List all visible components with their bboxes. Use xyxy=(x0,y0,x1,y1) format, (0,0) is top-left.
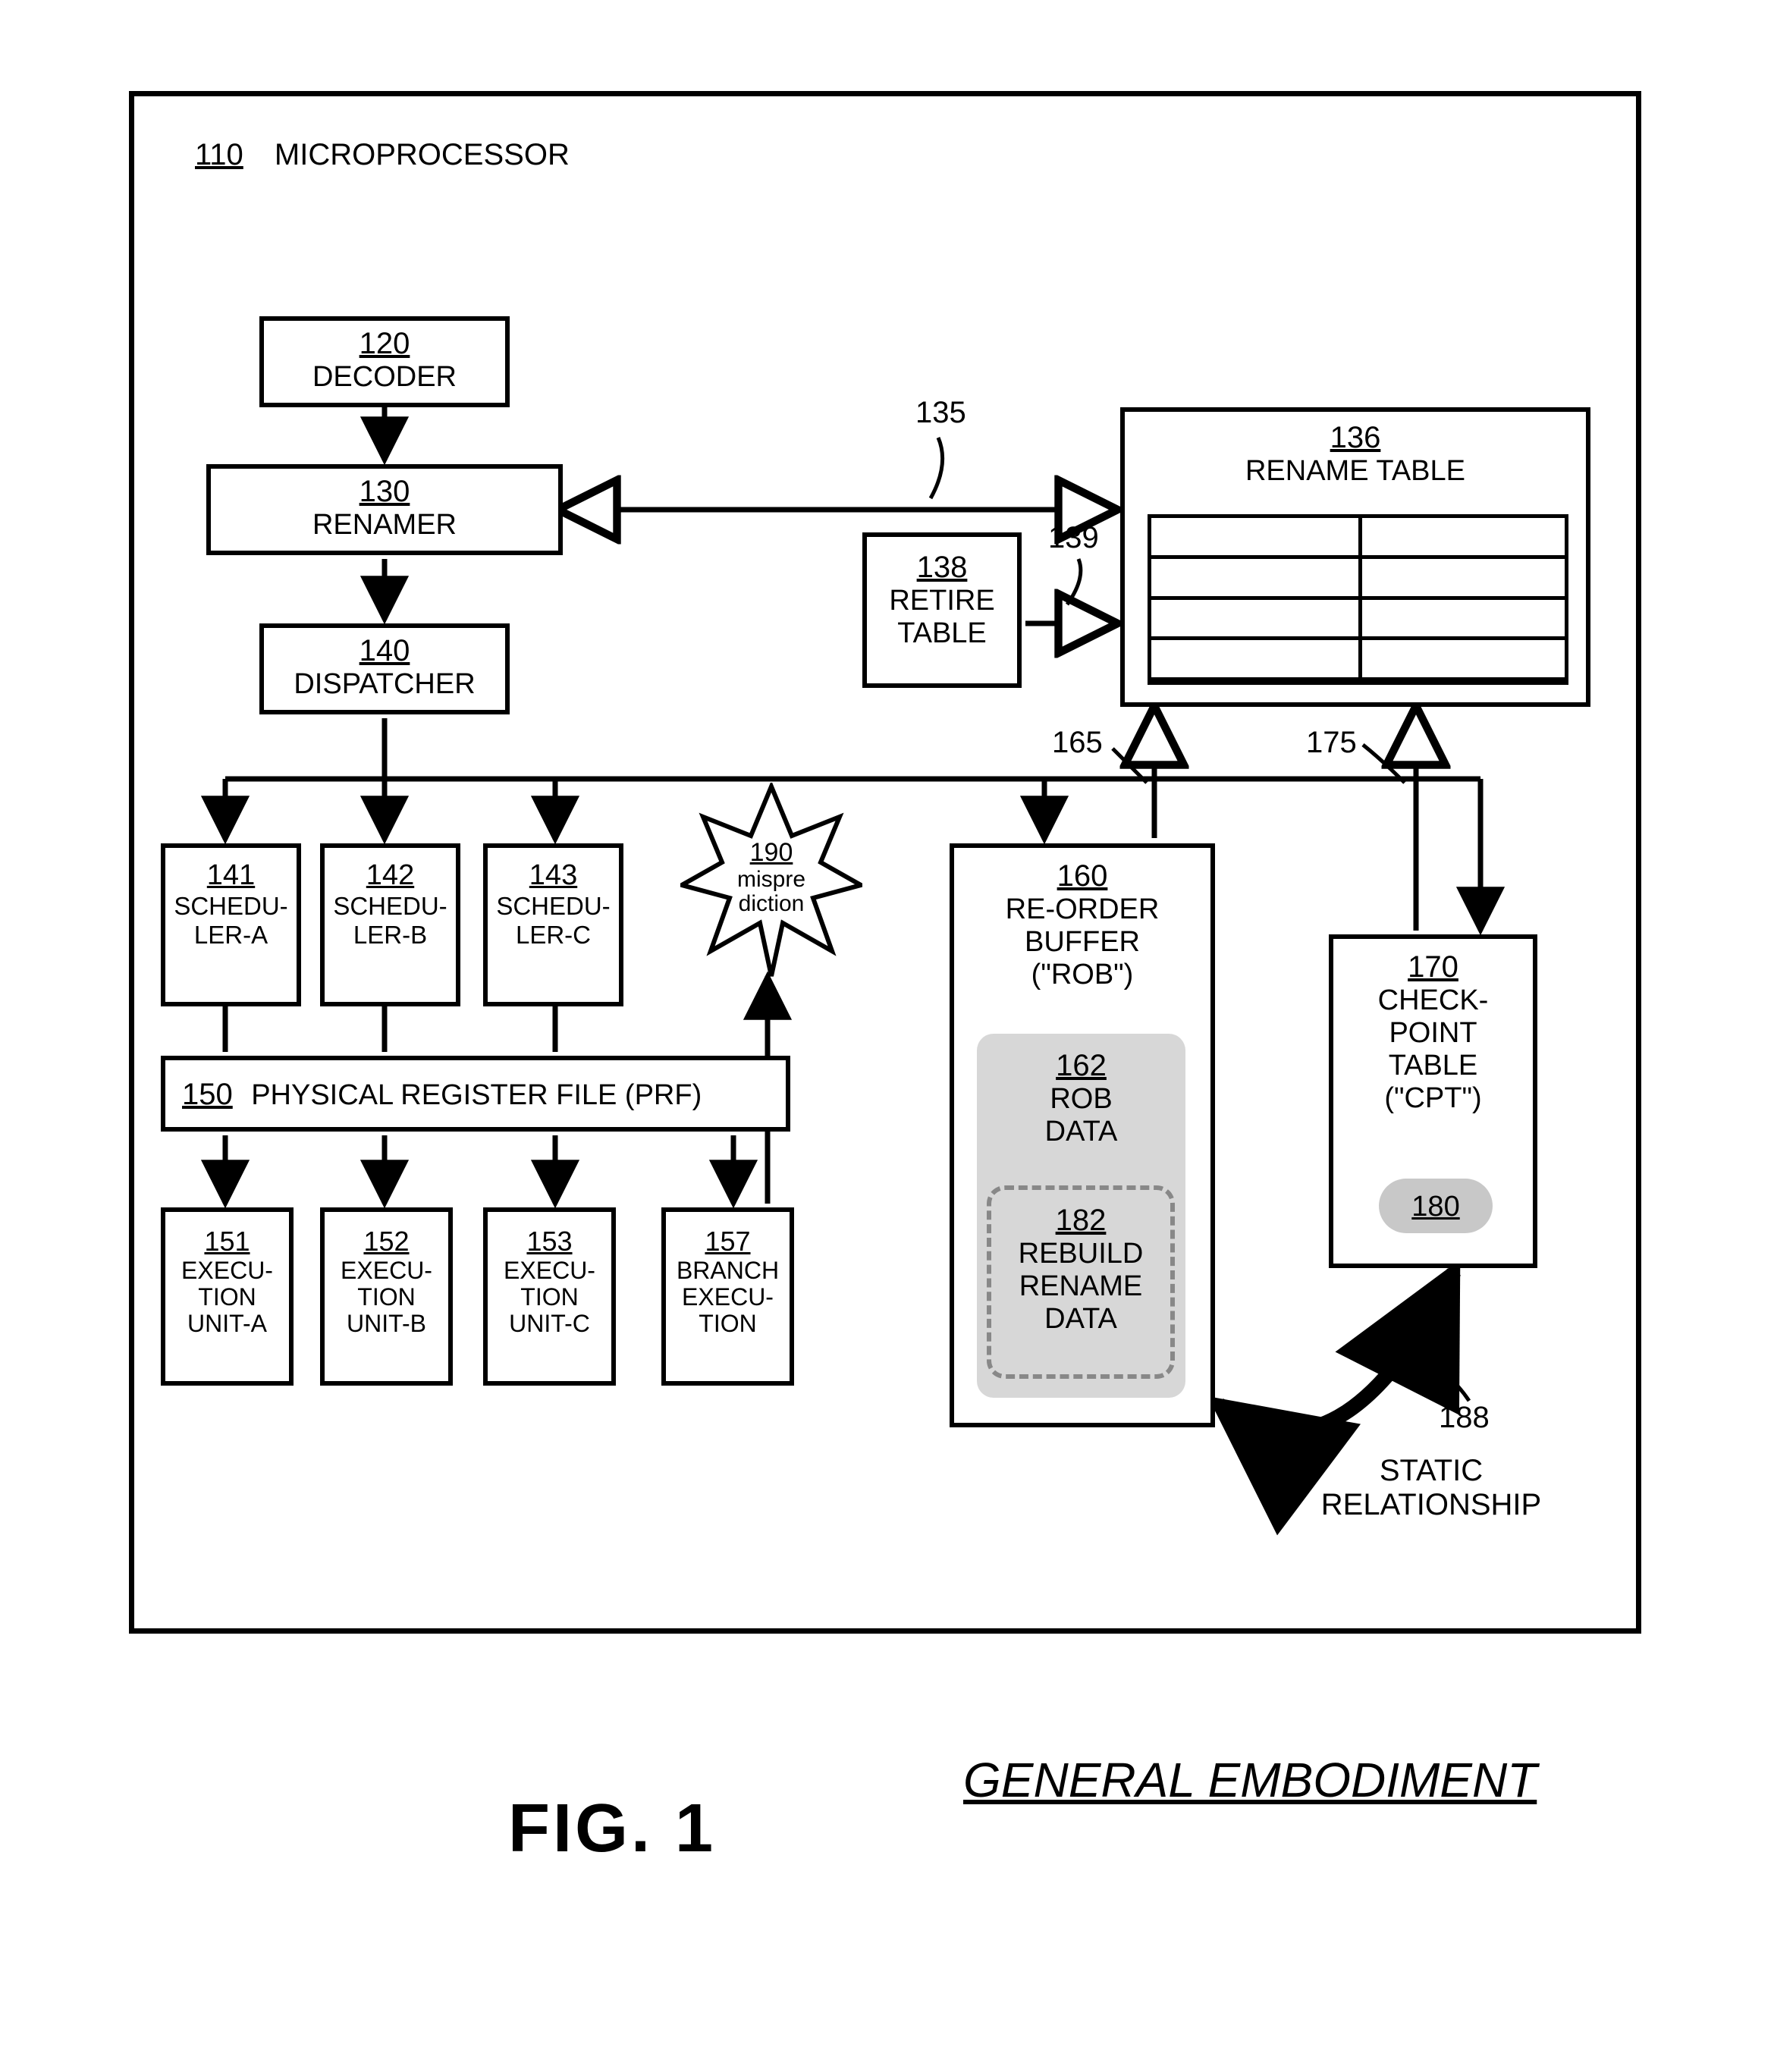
prf-box: 150 PHYSICAL REGISTER FILE (PRF) xyxy=(161,1056,790,1132)
exec-b-box: 152 EXECU- TION UNIT-B xyxy=(320,1207,453,1386)
rob-box: 160 RE-ORDER BUFFER ("ROB") 162 ROB DATA… xyxy=(950,843,1215,1427)
ref-165: 165 xyxy=(1052,726,1103,760)
exec-a-box: 151 EXECU- TION UNIT-A xyxy=(161,1207,294,1386)
subtitle: GENERAL EMBODIMENT xyxy=(963,1752,1537,1808)
ref-188-label: STATIC RELATIONSHIP xyxy=(1268,1454,1594,1522)
misprediction-star: 190 mispre diction xyxy=(680,783,862,980)
figure-label: FIG. 1 xyxy=(508,1790,716,1868)
scheduler-c-box: 143 SCHEDU- LER-C xyxy=(483,843,623,1006)
decoder-box: 120 DECODER xyxy=(259,316,510,407)
rename-table-box: 136 RENAME TABLE xyxy=(1120,407,1590,707)
cpt-entry-pill: 180 xyxy=(1379,1179,1493,1233)
exec-c-box: 153 EXECU- TION UNIT-C xyxy=(483,1207,616,1386)
ref-139: 139 xyxy=(1048,521,1099,555)
page: 110 MICROPROCESSOR xyxy=(0,0,1774,2072)
microprocessor-label: 110 MICROPROCESSOR xyxy=(195,138,570,172)
microprocessor-frame: 110 MICROPROCESSOR xyxy=(129,91,1641,1634)
scheduler-b-box: 142 SCHEDU- LER-B xyxy=(320,843,460,1006)
scheduler-a-box: 141 SCHEDU- LER-A xyxy=(161,843,301,1006)
retire-table-box: 138 RETIRE TABLE xyxy=(862,532,1022,688)
rob-data-shaded: 162 ROB DATA 182 REBUILD RENAME DATA xyxy=(977,1034,1185,1398)
ref-175: 175 xyxy=(1306,726,1357,760)
rebuild-rename-data-box: 182 REBUILD RENAME DATA xyxy=(987,1185,1175,1379)
rename-table-grid xyxy=(1148,514,1568,685)
ref-135: 135 xyxy=(915,396,966,430)
cpt-box: 170 CHECK- POINT TABLE ("CPT") 180 xyxy=(1329,934,1537,1268)
ref-188-num: 188 xyxy=(1439,1401,1490,1435)
renamer-box: 130 RENAMER xyxy=(206,464,563,555)
dispatcher-box: 140 DISPATCHER xyxy=(259,623,510,714)
branch-exec-box: 157 BRANCH EXECU- TION xyxy=(661,1207,794,1386)
